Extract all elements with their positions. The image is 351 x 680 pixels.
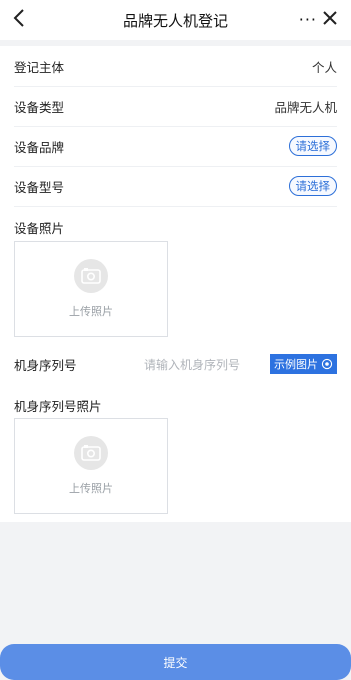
device-photo-upload[interactable]: 上传照片 xyxy=(14,241,168,337)
serial-photo-label: 机身序列号照片 xyxy=(14,399,102,414)
nav-bar: 品牌无人机登记 ··· xyxy=(0,0,351,40)
more-menu-button[interactable]: ··· xyxy=(299,10,317,29)
serial-label: 机身序列号 xyxy=(14,357,77,373)
subject-value: 个人 xyxy=(311,59,337,75)
row-device-brand: 设备品牌 请选择 xyxy=(14,126,337,167)
upload-text: 上传照片 xyxy=(69,305,113,318)
device-brand-label: 设备品牌 xyxy=(14,139,65,155)
subject-label: 登记主体 xyxy=(14,59,65,75)
back-arrow-icon[interactable] xyxy=(8,6,32,30)
serial-row: 机身序列号 请输入机身序列号 示例图片 xyxy=(14,349,337,379)
upload-text: 上传照片 xyxy=(69,482,113,495)
close-icon[interactable] xyxy=(319,7,341,29)
device-photo-label: 设备照片 xyxy=(14,221,65,236)
device-type-value: 品牌无人机 xyxy=(274,99,337,115)
serial-input[interactable]: 请输入机身序列号 xyxy=(144,356,270,373)
submit-button[interactable]: 提交 xyxy=(0,644,351,680)
row-device-type: 设备类型 品牌无人机 xyxy=(14,86,337,127)
camera-icon xyxy=(74,259,108,293)
camera-icon xyxy=(74,436,108,470)
brand-select-button[interactable]: 请选择 xyxy=(288,136,337,156)
row-device-model: 设备型号 请选择 xyxy=(14,166,337,207)
registration-form: 登记主体 个人 设备类型 品牌无人机 设备品牌 请选择 设备型号 请选择 设备照… xyxy=(0,46,351,522)
device-type-label: 设备类型 xyxy=(14,99,65,115)
example-image-label: 示例图片 xyxy=(274,358,318,371)
row-subject: 登记主体 个人 xyxy=(14,46,337,87)
serial-photo-upload[interactable]: 上传照片 xyxy=(14,418,168,514)
device-model-label: 设备型号 xyxy=(14,179,65,195)
eye-icon xyxy=(321,358,333,370)
example-image-button[interactable]: 示例图片 xyxy=(270,354,337,374)
model-select-button[interactable]: 请选择 xyxy=(288,176,337,196)
